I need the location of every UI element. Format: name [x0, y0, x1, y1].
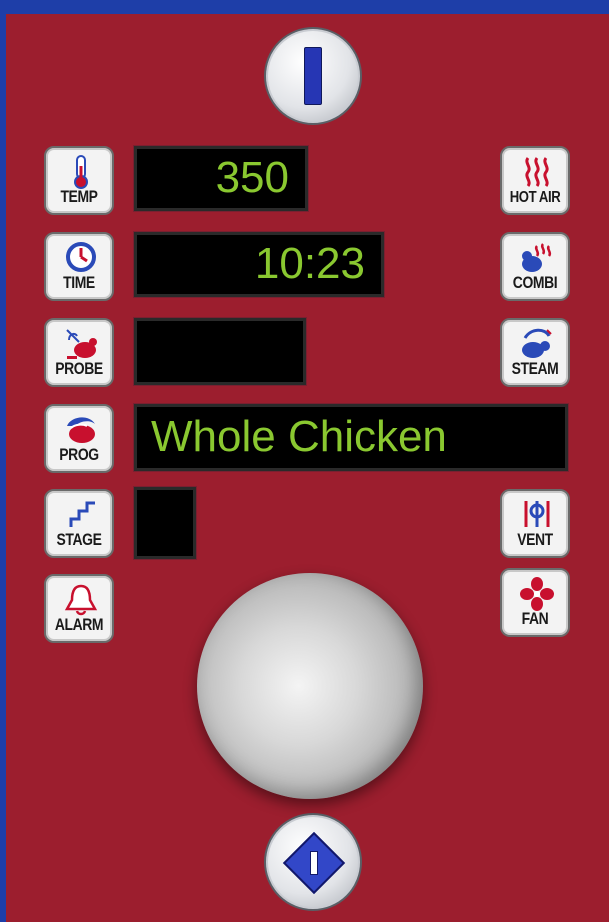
probe-display: [134, 318, 306, 385]
start-button[interactable]: [264, 813, 362, 911]
alarm-label: ALARM: [54, 615, 104, 634]
temp-button[interactable]: TEMP: [44, 146, 114, 215]
hot-air-label: HOT AIR: [509, 189, 561, 206]
fan-button[interactable]: FAN: [500, 568, 570, 637]
steam-icon: [522, 328, 552, 358]
temperature-display: 350: [134, 146, 308, 211]
combi-icon: [522, 243, 552, 272]
heat-waves-icon: [525, 157, 549, 187]
program-display: Whole Chicken: [134, 404, 568, 471]
start-mark: [310, 851, 318, 875]
fan-icon: [520, 577, 554, 611]
time-display: 10:23: [134, 232, 384, 297]
probe-button[interactable]: PROBE: [44, 318, 114, 387]
probe-label: PROBE: [55, 359, 103, 378]
steam-label: STEAM: [511, 359, 559, 378]
time-button[interactable]: TIME: [44, 232, 114, 301]
combi-label: COMBI: [512, 273, 558, 292]
stage-label: STAGE: [56, 530, 102, 549]
probe-icon: [66, 329, 97, 359]
combi-button[interactable]: COMBI: [500, 232, 570, 301]
time-label: TIME: [63, 273, 95, 292]
vent-button[interactable]: VENT: [500, 489, 570, 558]
prog-label: PROG: [59, 445, 99, 464]
control-knob[interactable]: [197, 573, 423, 799]
chicken-icon: [67, 417, 95, 443]
stage-display: [134, 487, 196, 559]
hot-air-button[interactable]: HOT AIR: [500, 146, 570, 215]
fan-label: FAN: [521, 609, 549, 628]
vent-label: VENT: [517, 530, 553, 549]
vent-icon: [524, 501, 550, 527]
thermometer-icon: [74, 155, 88, 189]
temp-label: TEMP: [60, 187, 98, 206]
alarm-button[interactable]: ALARM: [44, 574, 114, 643]
bell-icon: [64, 584, 98, 616]
prog-button[interactable]: PROG: [44, 404, 114, 473]
power-on-button[interactable]: [264, 27, 362, 125]
top-frame: [0, 0, 609, 14]
steam-button[interactable]: STEAM: [500, 318, 570, 387]
clock-icon: [66, 242, 96, 272]
stairs-icon: [69, 501, 95, 527]
power-on-icon: [304, 47, 322, 105]
stage-button[interactable]: STAGE: [44, 489, 114, 558]
